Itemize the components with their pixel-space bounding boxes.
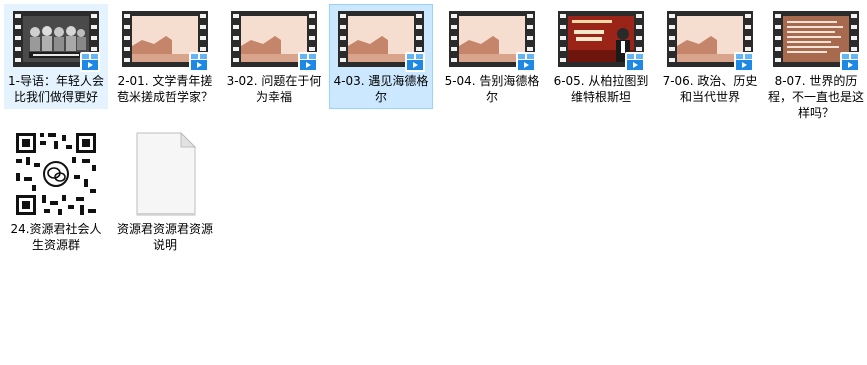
file-name: 1-导语：年轻人会比我们做得更好 xyxy=(8,74,104,104)
video-thumbnail xyxy=(449,9,536,72)
file-name: 6-05. 从柏拉图到维特根斯坦 xyxy=(553,74,649,104)
blank-document-icon xyxy=(119,129,211,219)
media-player-badge-icon xyxy=(840,52,860,72)
media-player-badge-icon xyxy=(189,52,209,72)
file-item-video[interactable]: 3-02. 问题在于何为幸福 xyxy=(222,4,326,109)
file-name: 7-06. 政治、历史和当代世界 xyxy=(662,74,758,104)
media-player-badge-icon xyxy=(405,52,425,72)
video-thumbnail xyxy=(122,9,209,72)
file-name: 资源君资源君资源说明 xyxy=(117,222,214,252)
video-thumbnail xyxy=(558,9,645,72)
file-item-video[interactable]: 5-04. 告别海德格尔 xyxy=(440,4,544,109)
file-item-video[interactable]: 8-07. 世界的历程，不一直也是这样吗？ xyxy=(764,4,867,125)
file-name: 8-07. 世界的历程，不一直也是这样吗？ xyxy=(768,74,865,120)
file-grid: 1-导语：年轻人会比我们做得更好 2-01. 文学青年搓苞米搓成哲学家？ 3-0… xyxy=(0,0,867,365)
video-thumbnail xyxy=(338,9,425,72)
file-name: 5-04. 告别海德格尔 xyxy=(444,74,540,104)
media-player-badge-icon xyxy=(734,52,754,72)
file-item-video[interactable]: 1-导语：年轻人会比我们做得更好 xyxy=(4,4,108,109)
video-thumbnail xyxy=(13,9,100,72)
media-player-badge-icon xyxy=(80,52,100,72)
file-item-video[interactable]: 4-03. 遇见海德格尔 xyxy=(329,4,433,109)
video-thumbnail xyxy=(773,9,860,72)
file-name: 4-03. 遇见海德格尔 xyxy=(333,74,429,104)
file-name: 3-02. 问题在于何为幸福 xyxy=(226,74,322,104)
file-item-document[interactable]: 资源君资源君资源说明 xyxy=(113,126,217,257)
qr-code-image xyxy=(10,129,102,219)
media-player-badge-icon xyxy=(625,52,645,72)
file-item-video[interactable]: 6-05. 从柏拉图到维特根斯坦 xyxy=(549,4,653,109)
video-thumbnail xyxy=(231,9,318,72)
media-player-badge-icon xyxy=(516,52,536,72)
video-thumbnail xyxy=(667,9,754,72)
file-name: 2-01. 文学青年搓苞米搓成哲学家？ xyxy=(117,74,214,104)
media-player-badge-icon xyxy=(298,52,318,72)
file-item-video[interactable]: 2-01. 文学青年搓苞米搓成哲学家？ xyxy=(113,4,217,109)
file-name: 24.资源君社会人生资源群 xyxy=(10,222,102,252)
file-item-video[interactable]: 7-06. 政治、历史和当代世界 xyxy=(658,4,762,109)
file-item-image[interactable]: 24.资源君社会人生资源群 xyxy=(4,126,108,257)
